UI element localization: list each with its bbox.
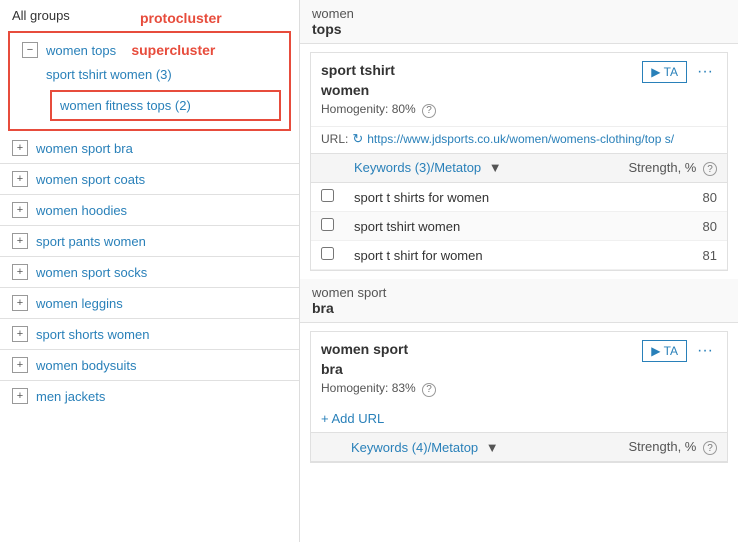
group-item-women-hoodies[interactable]: + women hoodies bbox=[0, 197, 299, 223]
group-name: women sport coats bbox=[36, 172, 145, 187]
card1-homogeneity: Homogenity: 80% ? bbox=[321, 102, 642, 118]
plus-icon: + bbox=[12, 295, 28, 311]
sub-item[interactable]: sport tshirt women (3) bbox=[10, 63, 289, 86]
keywords-header: Keywords (3)/Metatop ▼ bbox=[344, 153, 576, 183]
supercluster-box: − women tops supercluster sport tshirt w… bbox=[8, 31, 291, 131]
url-row: URL: ↻ https://www.jdsports.co.uk/women/… bbox=[311, 126, 727, 153]
supercluster-name: women tops bbox=[46, 43, 116, 58]
plus-icon: + bbox=[12, 326, 28, 342]
keywords-header2: Keywords (4)/Metatop ▼ bbox=[341, 432, 575, 462]
keywords-header-link[interactable]: Keywords (3)/Metatop bbox=[354, 160, 485, 175]
row-checkbox-cell bbox=[311, 212, 344, 241]
table-row: sport t shirt for women 81 bbox=[311, 241, 727, 270]
group-item-women-sport-bra[interactable]: + women sport bra bbox=[0, 135, 299, 161]
ta-button2[interactable]: ▶ TA bbox=[642, 340, 687, 362]
group-item-sport-shorts-women[interactable]: + sport shorts women bbox=[0, 321, 299, 347]
row-checkbox-cell bbox=[311, 183, 344, 212]
group-name: sport pants women bbox=[36, 234, 146, 249]
keywords-table1: Keywords (3)/Metatop ▼ Strength, % ? spo… bbox=[311, 153, 727, 271]
all-groups-header: All groups protocluster bbox=[0, 0, 299, 31]
card1-title: sport tshirt women bbox=[321, 61, 642, 100]
plus-icon: + bbox=[12, 202, 28, 218]
plus-icon: + bbox=[12, 388, 28, 404]
supercluster-label: supercluster bbox=[131, 42, 215, 58]
plus-icon: + bbox=[12, 140, 28, 156]
protocluster-label: protocluster bbox=[140, 10, 222, 26]
supercluster-item[interactable]: − women tops supercluster bbox=[10, 37, 289, 63]
strength-header2: Strength, % ? bbox=[575, 432, 727, 462]
group-item-women-sport-coats[interactable]: + women sport coats bbox=[0, 166, 299, 192]
keyword-cell: sport tshirt women bbox=[344, 212, 576, 241]
homogeneity-help-icon[interactable]: ? bbox=[422, 104, 436, 118]
group-item-sport-pants-women[interactable]: + sport pants women bbox=[0, 228, 299, 254]
card1-actions: ▶ TA ··· bbox=[642, 61, 717, 83]
sort-arrow-icon: ▼ bbox=[489, 160, 502, 175]
section2-breadcrumb2: bra bbox=[312, 300, 334, 316]
group-item-women-leggins[interactable]: + women leggins bbox=[0, 290, 299, 316]
strength-cell: 80 bbox=[576, 212, 727, 241]
left-panel: All groups protocluster − women tops sup… bbox=[0, 0, 300, 542]
cluster-item[interactable]: women fitness tops (2) bbox=[52, 94, 279, 117]
right-panel: women tops sport tshirt women Homogenity… bbox=[300, 0, 738, 542]
section1-breadcrumb1: women bbox=[312, 6, 354, 21]
card2-title-area: women sport bra Homogenity: 83% ? bbox=[321, 340, 642, 397]
keywords-header-link2[interactable]: Keywords (4)/Metatop bbox=[351, 440, 482, 455]
group-item-women-sport-socks[interactable]: + women sport socks bbox=[0, 259, 299, 285]
ta-button[interactable]: ▶ TA bbox=[642, 61, 687, 83]
card1-title-area: sport tshirt women Homogenity: 80% ? bbox=[321, 61, 642, 118]
row-checkbox[interactable] bbox=[321, 218, 334, 231]
plus-icon: + bbox=[12, 171, 28, 187]
url-label: URL: bbox=[321, 132, 348, 146]
group-name: women sport bra bbox=[36, 141, 133, 156]
strength-cell: 81 bbox=[576, 241, 727, 270]
table-row: sport t shirts for women 80 bbox=[311, 183, 727, 212]
group-name: women bodysuits bbox=[36, 358, 136, 373]
strength-header: Strength, % ? bbox=[576, 153, 727, 183]
card2-homogeneity: Homogenity: 83% ? bbox=[321, 381, 642, 397]
strength-help-icon[interactable]: ? bbox=[703, 162, 717, 176]
group-item-men-jackets[interactable]: + men jackets bbox=[0, 383, 299, 409]
group-name: women leggins bbox=[36, 296, 123, 311]
group-name: men jackets bbox=[36, 389, 105, 404]
table-row: sport tshirt women 80 bbox=[311, 212, 727, 241]
keywords-table2: Keywords (4)/Metatop ▼ Strength, % ? bbox=[311, 432, 727, 463]
card2-header: women sport bra Homogenity: 83% ? ▶ TA ·… bbox=[311, 332, 727, 405]
checkbox-header2 bbox=[311, 432, 341, 462]
strength-cell: 80 bbox=[576, 183, 727, 212]
card2: women sport bra Homogenity: 83% ? ▶ TA ·… bbox=[310, 331, 728, 463]
cluster-box: women fitness tops (2) cluster bbox=[50, 90, 281, 121]
card2-title: women sport bra bbox=[321, 340, 642, 379]
more-button2[interactable]: ··· bbox=[693, 340, 717, 362]
card1-header: sport tshirt women Homogenity: 80% ? ▶ T… bbox=[311, 53, 727, 126]
add-url[interactable]: + Add URL bbox=[311, 405, 727, 432]
more-button[interactable]: ··· bbox=[693, 61, 717, 83]
card2-actions: ▶ TA ··· bbox=[642, 340, 717, 362]
homogeneity2-help-icon[interactable]: ? bbox=[422, 383, 436, 397]
keyword-cell: sport t shirts for women bbox=[344, 183, 576, 212]
checkbox-header bbox=[311, 153, 344, 183]
section1-header: women tops bbox=[300, 0, 738, 44]
sort-arrow2-icon: ▼ bbox=[486, 440, 499, 455]
group-item-women-bodysuits[interactable]: + women bodysuits bbox=[0, 352, 299, 378]
minus-icon: − bbox=[22, 42, 38, 58]
strength2-help-icon[interactable]: ? bbox=[703, 441, 717, 455]
section1-breadcrumb2: tops bbox=[312, 21, 342, 37]
card1: sport tshirt women Homogenity: 80% ? ▶ T… bbox=[310, 52, 728, 271]
row-checkbox[interactable] bbox=[321, 247, 334, 260]
refresh-icon[interactable]: ↻ bbox=[352, 131, 363, 147]
group-name: women hoodies bbox=[36, 203, 127, 218]
group-name: sport shorts women bbox=[36, 327, 149, 342]
plus-icon: + bbox=[12, 233, 28, 249]
plus-icon: + bbox=[12, 264, 28, 280]
all-groups-label: All groups bbox=[12, 8, 70, 23]
keyword-cell: sport t shirt for women bbox=[344, 241, 576, 270]
url-link[interactable]: https://www.jdsports.co.uk/women/womens-… bbox=[367, 132, 674, 146]
section2-header: women sport bra bbox=[300, 279, 738, 323]
group-name: women sport socks bbox=[36, 265, 147, 280]
row-checkbox-cell bbox=[311, 241, 344, 270]
row-checkbox[interactable] bbox=[321, 189, 334, 202]
section2-breadcrumb1: women sport bbox=[312, 285, 386, 300]
plus-icon: + bbox=[12, 357, 28, 373]
